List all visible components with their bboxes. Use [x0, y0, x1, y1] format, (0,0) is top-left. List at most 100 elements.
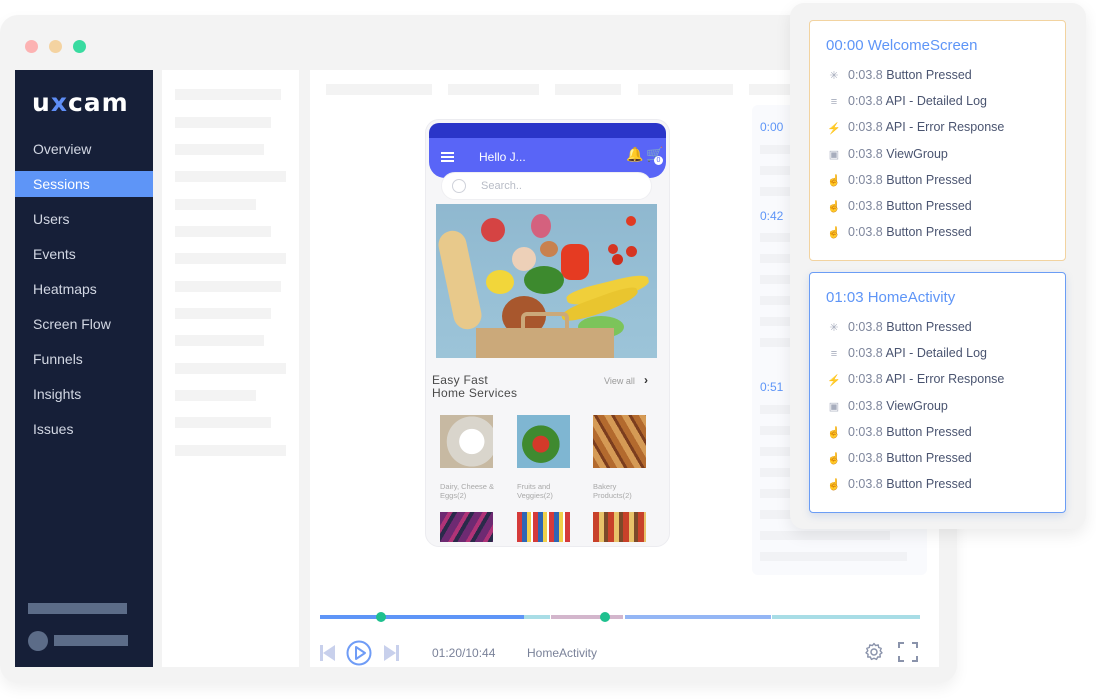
- fullscreen-icon[interactable]: [898, 642, 918, 667]
- screen-title[interactable]: 00:00 WelcomeScreen: [826, 37, 977, 54]
- sidebar-item-insights[interactable]: Insights: [15, 377, 153, 412]
- play-icon[interactable]: [346, 640, 372, 671]
- progress-segment[interactable]: [771, 615, 920, 619]
- event-marker[interactable]: [376, 612, 387, 622]
- list-skeleton-row: [175, 144, 264, 155]
- bolt-icon: ⚡: [827, 374, 841, 387]
- hamburger-menu-icon[interactable]: [441, 152, 454, 162]
- sidebar-item-overview[interactable]: Overview: [15, 132, 153, 167]
- progress-segment[interactable]: [524, 615, 550, 619]
- bell-icon[interactable]: 🔔: [626, 146, 643, 163]
- logo-text-prefix: u: [32, 88, 51, 117]
- uxcam-logo[interactable]: uxcam: [32, 88, 129, 118]
- tab-placeholder[interactable]: [326, 84, 432, 95]
- chevron-right-icon: ›: [644, 373, 648, 387]
- log-icon: ≡: [830, 95, 838, 108]
- logo-text-suffix: cam: [67, 88, 129, 117]
- playback-progress-bar[interactable]: [320, 612, 920, 622]
- event-row[interactable]: ☝ 0:03.8 Button Pressed: [826, 425, 1061, 443]
- session-list-panel: [162, 70, 299, 667]
- event-name: ViewGroup: [886, 146, 948, 161]
- category-card[interactable]: [593, 512, 651, 542]
- category-card[interactable]: Dairy, Cheese & Eggs(2): [440, 415, 498, 500]
- sidebar-item-screen-flow[interactable]: Screen Flow: [15, 307, 153, 342]
- list-skeleton-row: [175, 335, 264, 346]
- search-placeholder: Search..: [481, 180, 522, 192]
- event-time: 0:03.8: [848, 120, 883, 135]
- event-row[interactable]: ☝ 0:03.8 Button Pressed: [826, 199, 1061, 217]
- timeline-time[interactable]: 0:42: [760, 209, 783, 223]
- current-screen-name: HomeActivity: [527, 646, 598, 660]
- sidebar-placeholder-bar: [28, 603, 127, 614]
- category-image: [440, 512, 493, 542]
- event-row[interactable]: ☝ 0:03.8 Button Pressed: [826, 173, 1061, 191]
- event-marker[interactable]: [600, 612, 610, 622]
- player-controls: 01:20/10:44 HomeActivity: [320, 640, 920, 667]
- close-window-button[interactable]: [25, 40, 38, 53]
- event-row[interactable]: ✳ 0:03.8 Button Pressed: [826, 320, 1061, 338]
- sidebar-item-users[interactable]: Users: [15, 202, 153, 237]
- screen-event-card-active[interactable]: 01:03 HomeActivity ✳ 0:03.8 Button Presse…: [809, 272, 1066, 513]
- screen-event-card[interactable]: 00:00 WelcomeScreen ✳ 0:03.8 Button Press…: [809, 20, 1066, 261]
- skip-forward-icon[interactable]: [383, 645, 399, 666]
- event-row[interactable]: ⚡ 0:03.8 API - Error Response: [826, 120, 1061, 138]
- event-time: 0:03.8: [848, 372, 883, 387]
- event-row[interactable]: ▣ 0:03.8 ViewGroup: [826, 147, 1061, 165]
- category-card[interactable]: [517, 512, 575, 542]
- sidebar-nav: Overview Sessions Users Events Heatmaps …: [15, 132, 153, 447]
- list-skeleton-row: [175, 117, 271, 128]
- progress-segment[interactable]: [320, 615, 524, 619]
- category-image: [517, 512, 570, 542]
- timeline-skeleton-row: [760, 531, 890, 540]
- event-row[interactable]: ⚡ 0:03.8 API - Error Response: [826, 372, 1061, 390]
- category-label: Dairy, Cheese & Eggs(2): [440, 482, 495, 500]
- sidebar-item-sessions[interactable]: Sessions: [15, 171, 153, 197]
- log-icon: ≡: [830, 347, 838, 360]
- event-time: 0:03.8: [848, 346, 883, 361]
- tap-icon: ✳: [829, 70, 839, 83]
- gear-icon[interactable]: [864, 642, 884, 667]
- user-avatar[interactable]: [28, 631, 48, 651]
- grocery-hero-image: [436, 204, 657, 358]
- sidebar-item-funnels[interactable]: Funnels: [15, 342, 153, 377]
- logo-text-accent: x: [50, 88, 68, 117]
- screen-title[interactable]: 01:03 HomeActivity: [826, 289, 955, 306]
- maximize-window-button[interactable]: [73, 40, 86, 53]
- event-row[interactable]: ☝ 0:03.8 Button Pressed: [826, 477, 1061, 495]
- timeline-time[interactable]: 0:51: [760, 380, 783, 394]
- event-name: Button Pressed: [886, 320, 972, 334]
- event-row[interactable]: ≡ 0:03.8 API - Detailed Log: [826, 346, 1061, 364]
- event-row[interactable]: ☝ 0:03.8 Button Pressed: [826, 225, 1061, 243]
- event-row[interactable]: ✳ 0:03.8 Button Pressed: [826, 68, 1061, 86]
- event-row[interactable]: ▣ 0:03.8 ViewGroup: [826, 399, 1061, 417]
- phone-replay-screen[interactable]: Hello J... 🔔 🛒 0 Search.. Easy Fast Home…: [425, 119, 670, 547]
- sidebar: uxcam Overview Sessions Users Events Hea…: [15, 70, 153, 667]
- event-name: Button Pressed: [886, 199, 972, 213]
- progress-segment[interactable]: [624, 615, 772, 619]
- category-card[interactable]: Bakery Products(2): [593, 415, 651, 500]
- tab-placeholder[interactable]: [638, 84, 733, 95]
- list-skeleton-row: [175, 363, 286, 374]
- sidebar-item-heatmaps[interactable]: Heatmaps: [15, 272, 153, 307]
- view-all-link[interactable]: View all: [604, 376, 635, 386]
- sidebar-item-issues[interactable]: Issues: [15, 412, 153, 447]
- minimize-window-button[interactable]: [49, 40, 62, 53]
- skip-back-icon[interactable]: [320, 645, 336, 666]
- event-time: 0:03.8: [848, 398, 883, 413]
- sidebar-item-events[interactable]: Events: [15, 237, 153, 272]
- phone-search-field[interactable]: Search..: [441, 172, 652, 200]
- event-row[interactable]: ≡ 0:03.8 API - Detailed Log: [826, 94, 1061, 112]
- touch-icon: ☝: [827, 227, 841, 240]
- event-row[interactable]: ☝ 0:03.8 Button Pressed: [826, 451, 1061, 469]
- category-image: [517, 415, 570, 468]
- category-card[interactable]: Fruits and Veggies(2): [517, 415, 575, 500]
- progress-segment[interactable]: [551, 615, 623, 619]
- category-card[interactable]: [440, 512, 498, 542]
- timeline-time[interactable]: 0:00: [760, 120, 783, 134]
- category-label: Fruits and Veggies(2): [517, 482, 553, 500]
- bolt-icon: ⚡: [827, 122, 841, 135]
- event-name: API - Error Response: [885, 372, 1005, 387]
- tab-placeholder[interactable]: [555, 84, 621, 95]
- tab-placeholder[interactable]: [448, 84, 539, 95]
- event-name: ViewGroup: [886, 398, 948, 413]
